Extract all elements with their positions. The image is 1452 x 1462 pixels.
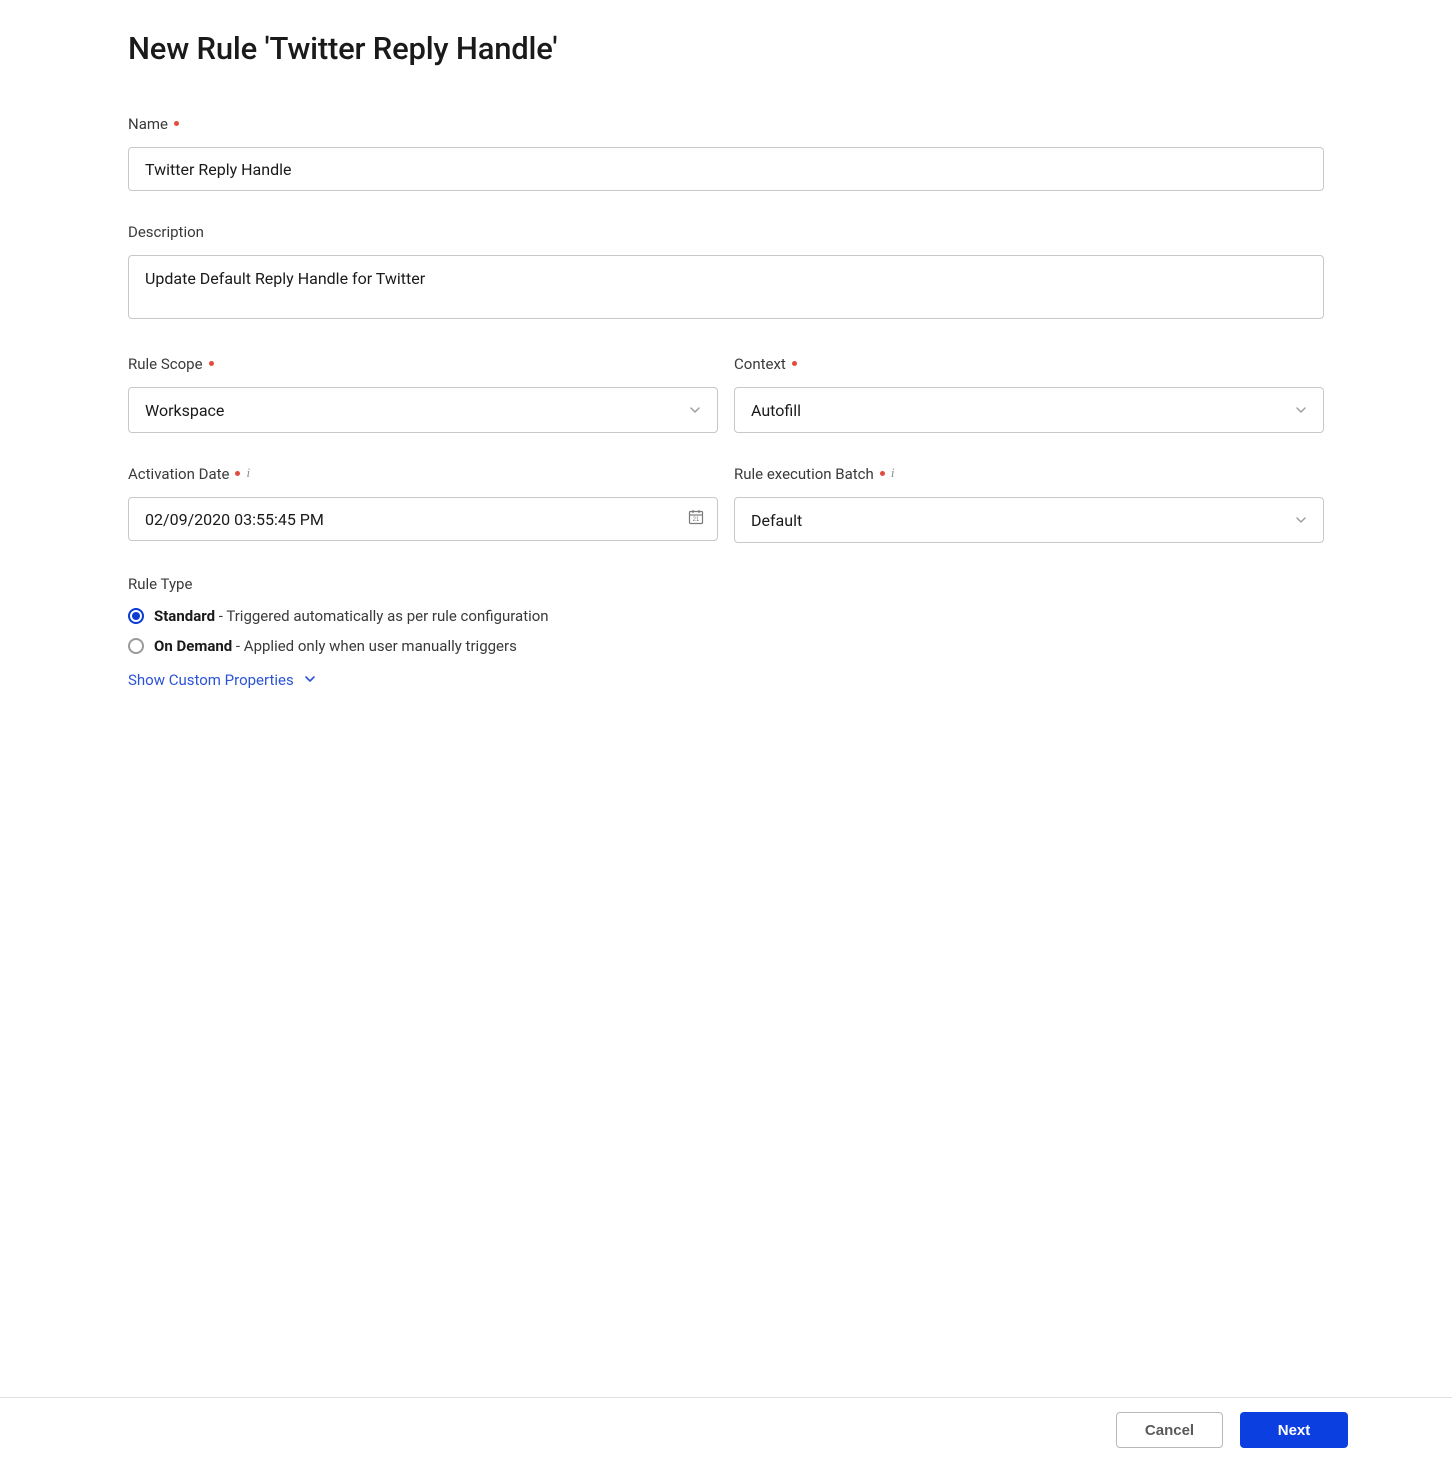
- activation-date-label-text: Activation Date: [128, 465, 229, 483]
- context-field: Context Autofill: [734, 355, 1324, 433]
- context-select[interactable]: Autofill: [734, 387, 1324, 433]
- rule-type-standard-title: Standard: [154, 607, 215, 625]
- activation-date-label: Activation Date i: [128, 465, 718, 483]
- svg-text:21: 21: [693, 517, 700, 523]
- execution-batch-label-text: Rule execution Batch: [734, 465, 874, 483]
- radio-selected-icon: [128, 608, 144, 624]
- radio-unselected-icon: [128, 638, 144, 654]
- name-field: Name: [128, 115, 1324, 191]
- required-icon: [174, 121, 179, 126]
- description-field: Description Update Default Reply Handle …: [128, 223, 1324, 323]
- name-label-text: Name: [128, 115, 168, 133]
- rule-type-ondemand-desc: - Applied only when user manually trigge…: [232, 637, 517, 655]
- rule-type-standard-desc: - Triggered automatically as per rule co…: [215, 607, 549, 625]
- required-icon: [235, 471, 240, 476]
- calendar-icon[interactable]: 21: [687, 508, 705, 530]
- rule-scope-value: Workspace: [145, 401, 224, 420]
- rule-scope-select[interactable]: Workspace: [128, 387, 718, 433]
- page-title: New Rule 'Twitter Reply Handle': [128, 30, 1324, 67]
- cancel-button[interactable]: Cancel: [1116, 1412, 1223, 1448]
- description-input[interactable]: Update Default Reply Handle for Twitter: [128, 255, 1324, 319]
- info-icon[interactable]: i: [246, 465, 250, 481]
- context-value: Autofill: [751, 401, 801, 420]
- chevron-down-icon: [1295, 401, 1307, 420]
- rule-scope-label-text: Rule Scope: [128, 355, 203, 373]
- execution-batch-label: Rule execution Batch i: [734, 465, 1324, 483]
- context-label: Context: [734, 355, 1324, 373]
- execution-batch-select[interactable]: Default: [734, 497, 1324, 543]
- execution-batch-field: Rule execution Batch i Default: [734, 465, 1324, 543]
- description-label: Description: [128, 223, 1324, 241]
- activation-date-field: Activation Date i 02/09/2020 03:55:45 PM…: [128, 465, 718, 543]
- info-icon[interactable]: i: [891, 465, 895, 481]
- footer: Cancel Next: [0, 1397, 1452, 1462]
- rule-type-standard-radio[interactable]: Standard - Triggered automatically as pe…: [128, 607, 1324, 625]
- rule-scope-field: Rule Scope Workspace: [128, 355, 718, 433]
- rule-type-ondemand-title: On Demand: [154, 637, 232, 655]
- chevron-down-icon: [304, 671, 316, 689]
- rule-type-ondemand-radio[interactable]: On Demand - Applied only when user manua…: [128, 637, 1324, 655]
- name-label: Name: [128, 115, 1324, 133]
- name-input[interactable]: [128, 147, 1324, 191]
- required-icon: [792, 361, 797, 366]
- execution-batch-value: Default: [751, 511, 802, 530]
- activation-date-input[interactable]: 02/09/2020 03:55:45 PM 21: [128, 497, 718, 541]
- description-label-text: Description: [128, 223, 204, 241]
- required-icon: [880, 471, 885, 476]
- chevron-down-icon: [689, 401, 701, 420]
- next-button[interactable]: Next: [1240, 1412, 1348, 1448]
- show-custom-properties-link[interactable]: Show Custom Properties: [128, 671, 316, 689]
- required-icon: [209, 361, 214, 366]
- rule-type-field: Rule Type Standard - Triggered automatic…: [128, 575, 1324, 655]
- chevron-down-icon: [1295, 511, 1307, 530]
- rule-type-label: Rule Type: [128, 575, 1324, 593]
- activation-date-value: 02/09/2020 03:55:45 PM: [145, 510, 324, 529]
- show-custom-properties-text: Show Custom Properties: [128, 671, 294, 689]
- context-label-text: Context: [734, 355, 786, 373]
- rule-scope-label: Rule Scope: [128, 355, 718, 373]
